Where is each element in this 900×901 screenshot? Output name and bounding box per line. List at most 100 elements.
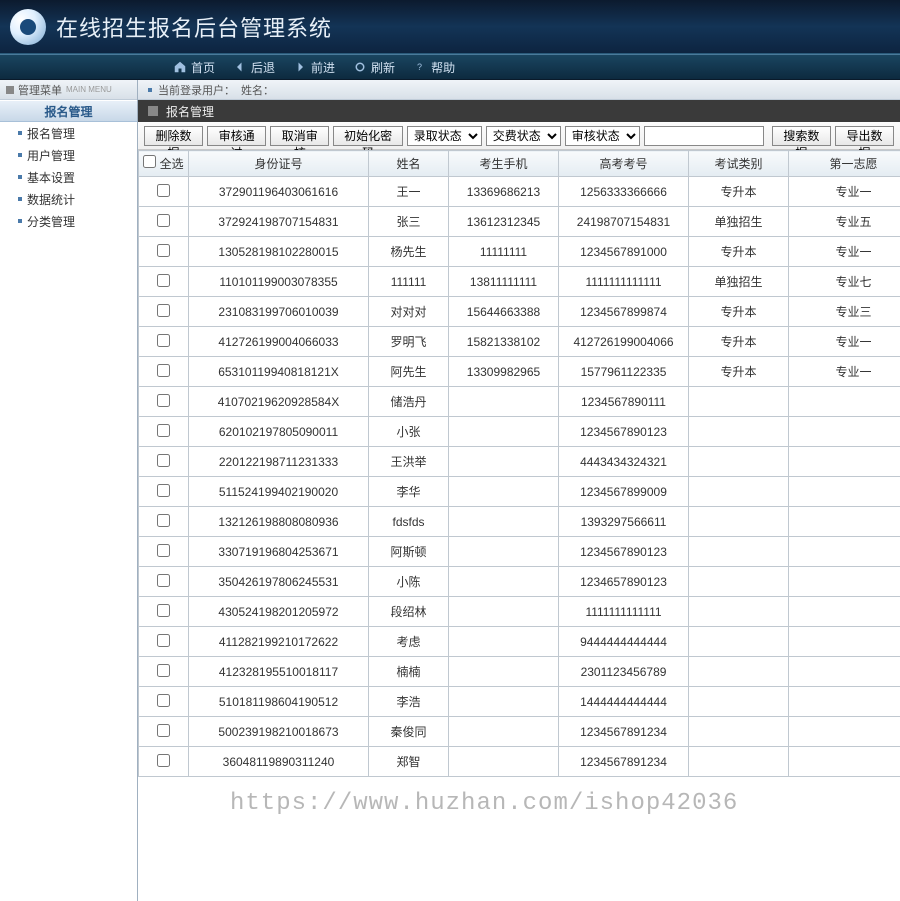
row-checkbox[interactable] [157, 394, 170, 407]
table-row[interactable]: 220122198711231333王洪举4443434324321 [139, 447, 900, 477]
cell-type [689, 567, 789, 597]
sidebar-item-2[interactable]: 基本设置 [0, 166, 137, 188]
data-table: 全选 身份证号 姓名 考生手机 高考考号 考试类别 第一志愿 372901196… [138, 150, 900, 777]
row-checkbox[interactable] [157, 544, 170, 557]
table-row[interactable]: 430524198201205972段绍林1111111111111 [139, 597, 900, 627]
table-row[interactable]: 500239198210018673秦俊同1234567891234 [139, 717, 900, 747]
nav-refresh[interactable]: 刷新 [345, 59, 403, 76]
table-row[interactable]: 1101011990030783551111111381111111111111… [139, 267, 900, 297]
cell-exam: 1234657890123 [559, 567, 689, 597]
table-row[interactable]: 132126198808080936fdsfds1393297566611 [139, 507, 900, 537]
table-row[interactable]: 41070219620928584X储浩丹1234567890111 [139, 387, 900, 417]
cell-wish: 专业一 [789, 237, 900, 267]
cell-exam: 1256333366666 [559, 177, 689, 207]
sidebar-item-3[interactable]: 数据统计 [0, 188, 137, 210]
col-id[interactable]: 身份证号 [189, 151, 369, 177]
cell-phone: 13811111111 [449, 267, 559, 297]
col-exam[interactable]: 高考考号 [559, 151, 689, 177]
export-button[interactable]: 导出数据 [835, 126, 894, 146]
table-row[interactable]: 412328195510018117楠楠2301123456789 [139, 657, 900, 687]
row-checkbox[interactable] [157, 604, 170, 617]
table-row[interactable]: 511524199402190020李华1234567899009 [139, 477, 900, 507]
table-row[interactable]: 330719196804253671阿斯顿1234567890123 [139, 537, 900, 567]
menu-group-title[interactable]: 报名管理 [0, 100, 137, 122]
header-bar: 在线招生报名后台管理系统 [0, 0, 900, 54]
table-row[interactable]: 412726199004066033罗明飞1582133810241272619… [139, 327, 900, 357]
pay-status-select[interactable]: 交费状态 [486, 126, 561, 146]
col-select-all[interactable]: 全选 [139, 151, 189, 177]
table-row[interactable]: 620102197805090011小张1234567890123 [139, 417, 900, 447]
content: 当前登录用户： 姓名： 报名管理 删除数据 审核通过 取消审核 初始化密码 录取… [138, 80, 900, 901]
table-row[interactable]: 130528198102280015杨先生1111111112345678910… [139, 237, 900, 267]
col-type[interactable]: 考试类别 [689, 151, 789, 177]
row-checkbox[interactable] [157, 754, 170, 767]
nav-refresh-label: 刷新 [371, 59, 395, 76]
cell-phone [449, 507, 559, 537]
row-checkbox[interactable] [157, 484, 170, 497]
cell-name: 李浩 [369, 687, 449, 717]
row-checkbox[interactable] [157, 514, 170, 527]
nav-back[interactable]: 后退 [225, 59, 283, 76]
row-checkbox[interactable] [157, 574, 170, 587]
audit-status-select[interactable]: 审核状态 [565, 126, 640, 146]
table-row[interactable]: 510181198604190512李浩1444444444444 [139, 687, 900, 717]
row-checkbox[interactable] [157, 274, 170, 287]
sidebar-item-label: 基本设置 [27, 169, 75, 186]
select-all-checkbox[interactable] [143, 155, 156, 168]
row-checkbox[interactable] [157, 184, 170, 197]
search-button[interactable]: 搜索数据 [772, 126, 831, 146]
sidebar-item-label: 分类管理 [27, 213, 75, 230]
row-checkbox[interactable] [157, 694, 170, 707]
init-password-button[interactable]: 初始化密码 [333, 126, 402, 146]
cell-type [689, 627, 789, 657]
table-row[interactable]: 411282199210172622考虑9444444444444 [139, 627, 900, 657]
sidebar-item-1[interactable]: 用户管理 [0, 144, 137, 166]
cancel-approve-button[interactable]: 取消审核 [270, 126, 329, 146]
table-row[interactable]: 36048119890311240郑智1234567891234 [139, 747, 900, 777]
row-checkbox[interactable] [157, 664, 170, 677]
cell-wish [789, 447, 900, 477]
table-row[interactable]: 65310119940818121X阿先生1330998296515779611… [139, 357, 900, 387]
nav-forward[interactable]: 前进 [285, 59, 343, 76]
row-checkbox[interactable] [157, 304, 170, 317]
table-wrap[interactable]: 全选 身份证号 姓名 考生手机 高考考号 考试类别 第一志愿 372901196… [138, 150, 900, 901]
admit-status-select[interactable]: 录取状态 [407, 126, 482, 146]
cell-id: 372901196403061616 [189, 177, 369, 207]
row-checkbox[interactable] [157, 634, 170, 647]
cell-id: 412328195510018117 [189, 657, 369, 687]
cell-wish: 专业一 [789, 177, 900, 207]
cell-id: 132126198808080936 [189, 507, 369, 537]
row-checkbox[interactable] [157, 334, 170, 347]
cell-wish [789, 387, 900, 417]
delete-button[interactable]: 删除数据 [144, 126, 203, 146]
nav-forward-label: 前进 [311, 59, 335, 76]
table-row[interactable]: 231083199706010039对对对1564466338812345678… [139, 297, 900, 327]
cell-wish [789, 597, 900, 627]
sidebar-item-4[interactable]: 分类管理 [0, 210, 137, 232]
cell-name: 储浩丹 [369, 387, 449, 417]
approve-button[interactable]: 审核通过 [207, 126, 266, 146]
table-row[interactable]: 372901196403061616王一13369686213125633336… [139, 177, 900, 207]
search-input[interactable] [644, 126, 764, 146]
row-checkbox[interactable] [157, 364, 170, 377]
navbar: 首页 后退 前进 刷新 ? 帮助 [0, 54, 900, 80]
row-checkbox[interactable] [157, 724, 170, 737]
cell-phone: 13369686213 [449, 177, 559, 207]
nav-home[interactable]: 首页 [165, 59, 223, 76]
row-checkbox[interactable] [157, 454, 170, 467]
cell-exam: 1234567890123 [559, 417, 689, 447]
cell-exam: 1577961122335 [559, 357, 689, 387]
table-row[interactable]: 350426197806245531小陈1234657890123 [139, 567, 900, 597]
cell-id: 430524198201205972 [189, 597, 369, 627]
table-row[interactable]: 372924198707154831张三13612312345241987071… [139, 207, 900, 237]
col-phone[interactable]: 考生手机 [449, 151, 559, 177]
cell-exam: 1234567891234 [559, 747, 689, 777]
col-wish[interactable]: 第一志愿 [789, 151, 900, 177]
row-checkbox[interactable] [157, 424, 170, 437]
row-checkbox[interactable] [157, 244, 170, 257]
col-name[interactable]: 姓名 [369, 151, 449, 177]
row-checkbox[interactable] [157, 214, 170, 227]
nav-help[interactable]: ? 帮助 [405, 59, 463, 76]
sidebar-item-0[interactable]: 报名管理 [0, 122, 137, 144]
back-icon [233, 60, 247, 74]
